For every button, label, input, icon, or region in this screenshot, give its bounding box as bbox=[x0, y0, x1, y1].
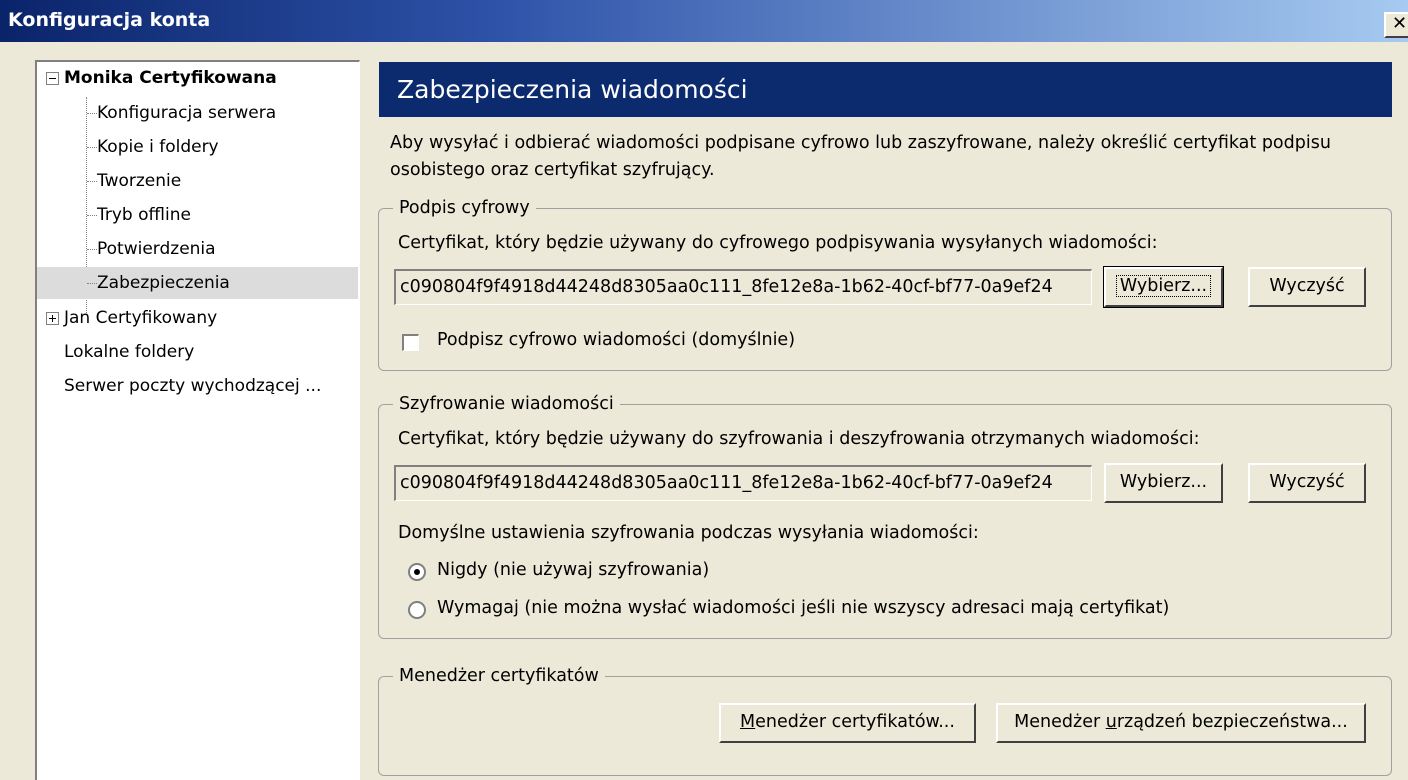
page-title: Zabezpieczenia wiadomości bbox=[379, 62, 1392, 117]
group-encryption: Szyfrowanie wiadomości Certyfikat, który… bbox=[378, 391, 1392, 639]
close-button[interactable]: ✕ bbox=[1384, 12, 1408, 38]
device-manager-accel: u bbox=[1105, 712, 1117, 732]
close-icon: ✕ bbox=[1392, 13, 1408, 34]
tree-connector bbox=[87, 249, 97, 250]
tree-item-outgoing-server[interactable]: Serwer poczty wychodzącej ... bbox=[64, 370, 321, 402]
account-tree[interactable]: Monika Certyfikowana Konfiguracja serwer… bbox=[35, 60, 360, 780]
cert-manager-accel: M bbox=[740, 712, 756, 732]
tree-item-server-settings[interactable]: Konfiguracja serwera bbox=[97, 97, 276, 129]
tree-item-offline[interactable]: Tryb offline bbox=[97, 199, 191, 231]
tree-account-jan[interactable]: Jan Certyfikowany bbox=[64, 302, 217, 334]
group-legend: Menedżer certyfikatów bbox=[393, 663, 605, 689]
signing-select-label: Wybierz... bbox=[1115, 275, 1212, 297]
encryption-select-button[interactable]: Wybierz... bbox=[1104, 463, 1223, 503]
sign-checkbox[interactable] bbox=[402, 334, 419, 351]
encryption-clear-button[interactable]: Wyczyść bbox=[1248, 463, 1366, 503]
tree-item-composition[interactable]: Tworzenie bbox=[97, 165, 181, 197]
tree-account-monika[interactable]: Monika Certyfikowana bbox=[64, 62, 277, 94]
radio-require-label[interactable]: Wymagaj (nie można wysłać wiadomości jeś… bbox=[437, 598, 1169, 618]
group-digital-signing: Podpis cyfrowy Certyfikat, który będzie … bbox=[378, 195, 1392, 371]
radio-never-label[interactable]: Nigdy (nie używaj szyfrowania) bbox=[437, 560, 709, 580]
cert-manager-label-post: enedżer certyfikatów... bbox=[755, 712, 955, 732]
device-manager-label-pre: Menedżer bbox=[1014, 712, 1106, 732]
sign-checkbox-label[interactable]: Podpisz cyfrowo wiadomości (domyślnie) bbox=[437, 330, 795, 350]
cert-manager-button[interactable]: Menedżer certyfikatów... bbox=[719, 703, 976, 743]
tree-item-security-row[interactable]: Zabezpieczenia bbox=[37, 267, 358, 299]
signing-cert-field[interactable]: c090804f9f4918d44248d8305aa0c111_8fe12e8… bbox=[394, 269, 1092, 305]
tree-item-copies-folders[interactable]: Kopie i foldery bbox=[97, 131, 219, 163]
radio-never[interactable] bbox=[408, 563, 426, 581]
device-manager-label-post: rządzeń bezpieczeństwa... bbox=[1116, 712, 1348, 732]
page-description: Aby wysyłać i odbierać wiadomości podpis… bbox=[390, 133, 1331, 180]
collapse-icon[interactable] bbox=[46, 72, 59, 85]
encryption-default-label: Domyślne ustawienia szyfrowania podczas … bbox=[398, 523, 979, 543]
device-manager-button[interactable]: Menedżer urządzeń bezpieczeństwa... bbox=[996, 703, 1366, 743]
signing-cert-label: Certyfikat, który będzie używany do cyfr… bbox=[398, 233, 1158, 253]
encryption-cert-field[interactable]: c090804f9f4918d44248d8305aa0c111_8fe12e8… bbox=[394, 465, 1092, 501]
window-title: Konfiguracja konta bbox=[8, 9, 211, 31]
group-legend: Podpis cyfrowy bbox=[393, 195, 536, 221]
title-bar: Konfiguracja konta ✕ bbox=[0, 0, 1408, 42]
group-legend: Szyfrowanie wiadomości bbox=[393, 391, 620, 417]
tree-connector bbox=[87, 181, 97, 182]
tree-connector bbox=[87, 113, 97, 114]
tree-connector bbox=[87, 283, 97, 284]
signing-select-button[interactable]: Wybierz... bbox=[1103, 266, 1224, 308]
tree-item-security: Zabezpieczenia bbox=[97, 273, 230, 293]
signing-clear-button[interactable]: Wyczyść bbox=[1248, 267, 1366, 307]
tree-item-local-folders[interactable]: Lokalne foldery bbox=[64, 336, 194, 368]
group-cert-manager: Menedżer certyfikatów Menedżer certyfika… bbox=[378, 663, 1392, 776]
tree-item-receipts[interactable]: Potwierdzenia bbox=[97, 233, 216, 265]
radio-require[interactable] bbox=[408, 601, 426, 619]
encryption-cert-label: Certyfikat, który będzie używany do szyf… bbox=[398, 429, 1200, 449]
tree-connector bbox=[87, 215, 97, 216]
expand-icon[interactable] bbox=[46, 312, 59, 325]
tree-connector bbox=[87, 147, 97, 148]
